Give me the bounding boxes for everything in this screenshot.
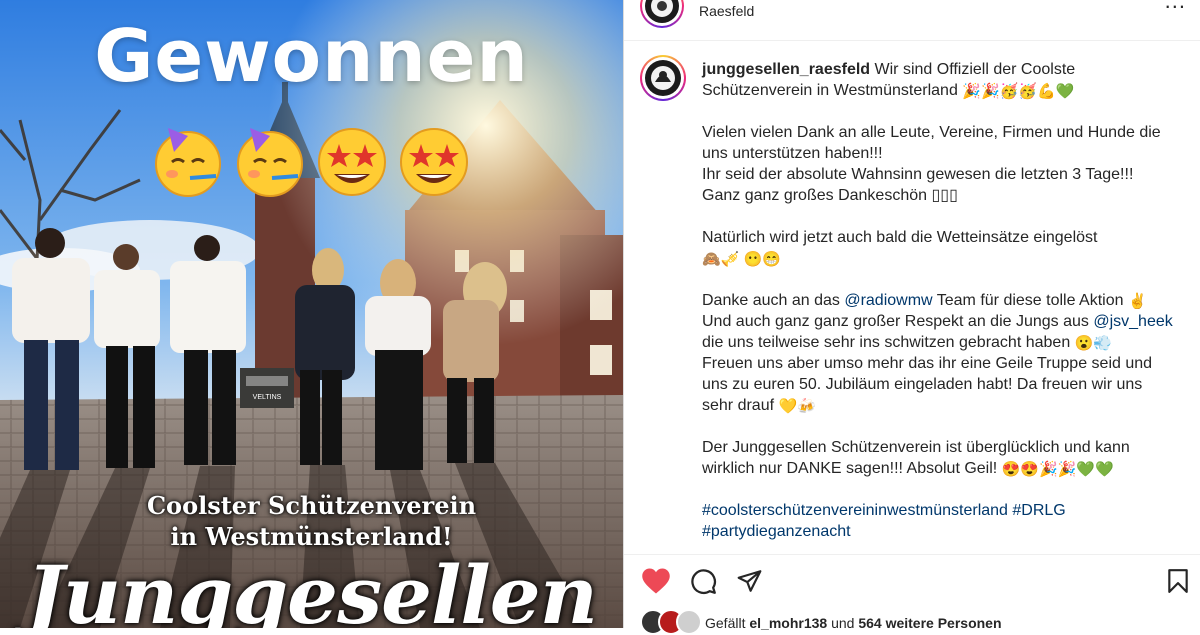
hashtag-coolster[interactable]: #coolsterschützenvereininwestmünsterland (702, 502, 1008, 519)
overlay-headline: Gewonnen (94, 14, 529, 98)
caption-dankeschoen: Ganz ganz großes Dankeschön (702, 187, 928, 204)
caption-dankeschoen-emoji: ▯▯▯ (931, 187, 958, 204)
caption-wetteinsaetze: Natürlich wird jetzt auch bald die Wette… (702, 229, 1098, 246)
party-face-emoji (237, 128, 303, 197)
caption-jubilaeum: Freuen uns aber umso mehr das ihr eine G… (702, 355, 1153, 414)
hashtag-drlg[interactable]: #DRLG (1012, 502, 1065, 519)
overlay-big-text: Junggesellen (26, 548, 598, 628)
caption-avatar[interactable] (640, 55, 686, 101)
caption-username[interactable]: junggesellen_raesfeld (702, 61, 870, 78)
caption-line-1-emoji: 🎉🎉🥳🥳💪💚 (962, 83, 1075, 100)
caption-danke-emoji: 😍😍🎉🎉💚💚 (1001, 461, 1114, 478)
likes-summary: Gefällt el_mohr138 und 564 weitere Perso… (705, 615, 1002, 631)
caption-schwitzen: die uns teilweise sehr ins schwitzen geb… (702, 334, 1071, 351)
header-avatar[interactable] (640, 0, 684, 28)
post-image[interactable]: VELTINS Gewonnen Coolster Schützenverein… (0, 0, 623, 628)
post-panel: Raesfeld ... junggesellen_raesfeld Wir s… (624, 0, 1200, 635)
caption-radio-emoji: ✌ (1127, 293, 1147, 310)
mention-jsv-heek[interactable]: @jsv_heek (1093, 313, 1172, 330)
comment-icon[interactable] (690, 568, 717, 595)
likes-count[interactable]: 564 weitere Personen (858, 615, 1001, 631)
overlay-subline-1: Coolster Schützenverein (146, 491, 477, 520)
caption-radio-post: Team für diese tolle Aktion (936, 292, 1124, 309)
crate-label: VELTINS (253, 394, 282, 401)
caption-radio-pre: Danke auch an das (702, 292, 840, 309)
party-face-emoji (155, 128, 221, 197)
bookmark-icon[interactable] (1167, 568, 1189, 594)
club-logo-icon (651, 0, 673, 17)
caption-wahnsinn: Ihr seid der absolute Wahnsinn gewesen d… (702, 166, 1134, 183)
post-caption: junggesellen_raesfeld Wir sind Offiziell… (702, 59, 1177, 542)
caption-respekt: Und auch ganz ganz großer Respekt an die… (702, 313, 1089, 330)
post-location[interactable]: Raesfeld (699, 3, 754, 19)
caption-jubilaeum-emoji: 💛🍻 (778, 398, 816, 415)
more-icon[interactable]: ... (1165, 0, 1186, 14)
caption-schwitzen-emoji: 😮💨 (1074, 335, 1113, 352)
overlay-subline: Coolster Schützenverein in Westmünsterla… (0, 490, 623, 552)
likes-prefix: Gefällt (705, 615, 746, 631)
club-logo-icon (651, 66, 675, 90)
caption-thanks: Vielen vielen Dank an alle Leute, Verein… (702, 124, 1161, 162)
likes-user[interactable]: el_mohr138 (749, 615, 827, 631)
emoji-row (150, 122, 472, 198)
caption-wetteinsaetze-emoji: 🙈🎺 😶😁 (702, 251, 781, 268)
mention-radiowmw[interactable]: @radiowmw (844, 292, 932, 309)
liker-avatar[interactable] (676, 609, 702, 635)
likes-and: und (831, 615, 855, 631)
heart-icon[interactable] (641, 567, 671, 595)
star-struck-emoji (400, 128, 468, 196)
post-header: Raesfeld ... (624, 0, 1200, 41)
actions-separator (624, 554, 1200, 555)
share-icon[interactable] (736, 568, 763, 594)
star-struck-emoji (318, 128, 386, 196)
hashtag-party[interactable]: #partydieganzenacht (702, 523, 851, 540)
